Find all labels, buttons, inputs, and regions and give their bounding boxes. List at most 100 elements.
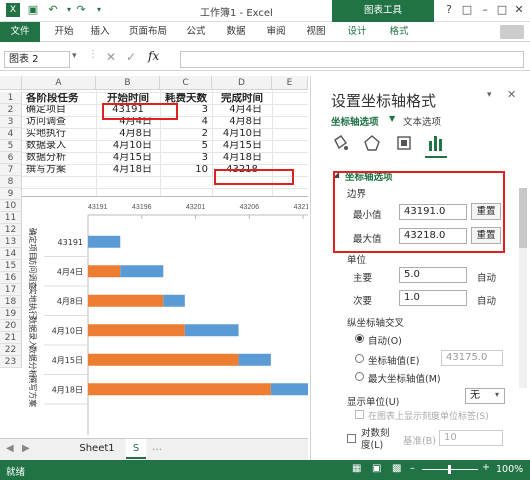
insert-function-icon[interactable]: fx bbox=[148, 49, 159, 63]
end-cell[interactable]: 4月8日 bbox=[212, 116, 272, 128]
bar-duration[interactable] bbox=[238, 353, 271, 366]
column-header-d[interactable]: D bbox=[212, 76, 272, 90]
base-input[interactable]: 10 bbox=[439, 430, 503, 446]
zoom-out-icon[interactable]: – bbox=[410, 463, 415, 474]
row-header[interactable]: 18 bbox=[0, 296, 22, 308]
tab-review[interactable]: 审阅 bbox=[260, 22, 292, 42]
tab-page-layout[interactable]: 页面布局 bbox=[120, 22, 176, 42]
formula-input[interactable] bbox=[180, 51, 524, 68]
zoom-level[interactable]: 100% bbox=[496, 464, 523, 475]
cross-auto-label[interactable]: 自动(O) bbox=[368, 333, 402, 347]
minor-auto-label[interactable]: 自动 bbox=[477, 293, 496, 307]
column-header-e[interactable]: E bbox=[272, 76, 308, 90]
column-header-c[interactable]: C bbox=[160, 76, 212, 90]
task-cell[interactable]: 实地执行 bbox=[26, 128, 96, 140]
ribbon-options-icon[interactable]: □ bbox=[458, 2, 476, 18]
task-cell[interactable]: 确定项目 bbox=[26, 104, 96, 116]
undo-icon[interactable]: ↶ bbox=[46, 3, 60, 17]
x-tick-label[interactable]: 43211 bbox=[294, 204, 313, 211]
y-start-label[interactable]: 4月10日 bbox=[52, 326, 83, 335]
max-value-input[interactable]: 43218.0 bbox=[399, 228, 467, 244]
tab-view[interactable]: 视图 bbox=[300, 22, 332, 42]
tab-format[interactable]: 格式 bbox=[382, 22, 416, 42]
sheet-tab-active[interactable]: S bbox=[126, 439, 146, 459]
redo-icon[interactable]: ↷ bbox=[74, 3, 88, 17]
row-header[interactable]: 20 bbox=[0, 320, 22, 332]
bar-start-offset[interactable] bbox=[88, 324, 185, 337]
normal-view-icon[interactable]: ▦ bbox=[352, 463, 361, 474]
bar-duration[interactable] bbox=[270, 383, 379, 396]
y-start-label[interactable]: 4月4日 bbox=[57, 267, 83, 276]
end-cell[interactable]: 4月4日 bbox=[212, 104, 272, 116]
name-box-dropdown-icon[interactable]: ▾ bbox=[72, 51, 77, 61]
cancel-icon[interactable]: ✕ bbox=[106, 50, 116, 64]
y-task-label[interactable]: 确定项目 bbox=[28, 228, 38, 260]
save-icon[interactable]: ▣ bbox=[26, 3, 40, 17]
days-cell[interactable]: 10 bbox=[160, 164, 212, 176]
user-icon[interactable] bbox=[500, 25, 524, 39]
name-box[interactable]: 图表 2 bbox=[4, 51, 70, 68]
y-task-label[interactable]: 实地执行 bbox=[28, 287, 38, 319]
next-sheet-icon[interactable]: ▶ bbox=[22, 443, 30, 454]
major-unit-input[interactable]: 5.0 bbox=[399, 267, 467, 283]
log-scale-checkbox[interactable] bbox=[347, 434, 356, 443]
fill-line-icon[interactable] bbox=[331, 134, 349, 152]
pane-options-icon[interactable]: ▾ bbox=[487, 90, 492, 100]
gantt-chart[interactable]: 43191 43196 43201 43206 43211 确定项目 43191 访问调查 4月… bbox=[22, 196, 379, 435]
cross-value-label[interactable]: 坐标轴值(E) bbox=[368, 353, 419, 367]
y-start-label[interactable]: 4月8日 bbox=[57, 297, 83, 306]
close-icon[interactable]: ✕ bbox=[510, 2, 528, 18]
end-cell[interactable]: 4月10日 bbox=[212, 128, 272, 140]
tab-file[interactable]: 文件 bbox=[0, 22, 40, 42]
text-options-tab[interactable]: 文本选项 bbox=[403, 114, 441, 128]
header-task[interactable]: 各阶段任务 bbox=[26, 92, 96, 104]
end-cell[interactable]: 4月15日 bbox=[212, 140, 272, 152]
end-cell[interactable]: 4月18日 bbox=[212, 152, 272, 164]
prev-sheet-icon[interactable]: ◀ bbox=[6, 443, 14, 454]
min-value-input[interactable]: 43191.0 bbox=[399, 204, 467, 220]
row-header[interactable]: 7 bbox=[0, 164, 22, 176]
cross-value-radio[interactable] bbox=[355, 354, 364, 366]
row-header[interactable]: 14 bbox=[0, 248, 22, 260]
help-icon[interactable]: ? bbox=[440, 2, 458, 18]
minor-unit-input[interactable]: 1.0 bbox=[399, 290, 467, 306]
x-tick-label[interactable]: 43201 bbox=[186, 204, 206, 211]
y-task-label[interactable]: 访问调查 bbox=[28, 257, 38, 289]
days-cell[interactable]: 3 bbox=[160, 152, 212, 164]
pane-close-icon[interactable]: ✕ bbox=[507, 88, 516, 101]
pane-scrollbar[interactable] bbox=[519, 188, 527, 388]
enter-icon[interactable]: ✓ bbox=[126, 50, 136, 64]
display-units-dropdown-icon[interactable]: ▾ bbox=[495, 390, 499, 399]
days-cell[interactable]: 2 bbox=[160, 128, 212, 140]
tab-home[interactable]: 开始 bbox=[48, 22, 80, 42]
row-header[interactable]: 1 bbox=[0, 92, 22, 104]
y-task-label[interactable]: 数据分析 bbox=[28, 346, 38, 378]
y-task-label[interactable]: 数据录入 bbox=[28, 316, 38, 348]
axis-options-dropdown-icon[interactable]: ▼ bbox=[389, 114, 395, 123]
start-cell[interactable]: 4月10日 bbox=[96, 140, 160, 152]
bar-duration[interactable] bbox=[163, 294, 185, 307]
row-header[interactable]: 19 bbox=[0, 308, 22, 320]
size-properties-icon[interactable] bbox=[395, 134, 413, 152]
cross-max-radio[interactable] bbox=[355, 372, 364, 384]
row-header[interactable]: 11 bbox=[0, 212, 22, 224]
pane-scrollbar-thumb[interactable] bbox=[519, 188, 527, 248]
minimize-icon[interactable]: – bbox=[476, 2, 494, 18]
bar-start-offset[interactable] bbox=[88, 353, 239, 366]
tab-design[interactable]: 设计 bbox=[340, 22, 374, 42]
bar-duration[interactable] bbox=[88, 235, 121, 248]
bar-start-offset[interactable] bbox=[88, 265, 121, 278]
row-header[interactable]: 16 bbox=[0, 272, 22, 284]
task-cell[interactable]: 撰写方案 bbox=[26, 164, 96, 176]
start-cell[interactable]: 4月15日 bbox=[96, 152, 160, 164]
column-header-a[interactable]: A bbox=[22, 76, 96, 90]
bar-duration[interactable] bbox=[120, 265, 164, 278]
cross-value-input[interactable]: 43175.0 bbox=[441, 350, 503, 366]
row-header[interactable]: 17 bbox=[0, 284, 22, 296]
effects-icon[interactable] bbox=[363, 134, 381, 152]
cross-auto-radio[interactable] bbox=[355, 334, 364, 346]
task-cell[interactable]: 数据录入 bbox=[26, 140, 96, 152]
bar-start-offset[interactable] bbox=[88, 294, 164, 307]
row-header[interactable]: 3 bbox=[0, 116, 22, 128]
x-tick-label[interactable]: 43196 bbox=[132, 204, 152, 211]
